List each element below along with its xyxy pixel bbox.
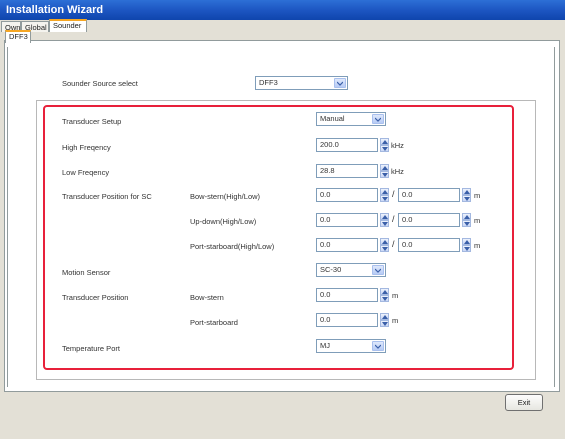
spin-down-icon[interactable] — [462, 195, 471, 202]
high-frequency-label: High Freqency — [62, 143, 111, 152]
spin-up-icon[interactable] — [380, 188, 389, 195]
exit-button-label: Exit — [517, 398, 531, 407]
sc-port-starboard-low-value: 0.0 — [402, 240, 413, 249]
sc-port-starboard-unit: m — [474, 241, 481, 250]
low-frequency-value: 28.8 — [320, 166, 335, 175]
spin-up-icon[interactable] — [462, 238, 471, 245]
sounder-source-label: Sounder Source select — [62, 79, 138, 88]
sc-bow-stern-low-spinner[interactable] — [462, 188, 471, 202]
tp-port-starboard-value: 0.0 — [320, 315, 331, 324]
exit-button[interactable]: Exit — [505, 394, 543, 411]
window-title: Installation Wizard — [6, 4, 104, 16]
sc-up-down-low-spinner[interactable] — [462, 213, 471, 227]
sc-up-down-high-input[interactable]: 0.0 — [316, 213, 378, 227]
sc-port-starboard-high-input[interactable]: 0.0 — [316, 238, 378, 252]
chevron-down-icon[interactable] — [334, 78, 346, 88]
tp-port-starboard-unit: m — [392, 316, 399, 325]
motion-sensor-select[interactable]: SC-30 — [316, 263, 386, 277]
high-frequency-unit: kHz — [391, 141, 404, 150]
sc-port-starboard-low-input[interactable]: 0.0 — [398, 238, 460, 252]
spin-down-icon[interactable] — [380, 171, 389, 178]
spin-down-icon[interactable] — [380, 295, 389, 302]
sc-bow-stern-high-value: 0.0 — [320, 190, 331, 199]
chevron-down-icon[interactable] — [372, 265, 384, 275]
tab-sounder-label: Sounder — [53, 21, 82, 30]
sc-bow-stern-high-input[interactable]: 0.0 — [316, 188, 378, 202]
tp-bow-stern-value: 0.0 — [320, 290, 331, 299]
spin-up-icon[interactable] — [380, 288, 389, 295]
sounder-source-value: DFF3 — [259, 78, 278, 87]
spin-up-icon[interactable] — [380, 138, 389, 145]
sc-port-starboard-label: Port-starboard(High/Low) — [190, 242, 275, 251]
temperature-port-value: MJ — [320, 341, 330, 350]
spin-down-icon[interactable] — [380, 245, 389, 252]
chevron-down-icon[interactable] — [372, 341, 384, 351]
transducer-position-label: Transducer Position — [62, 293, 129, 302]
spin-up-icon[interactable] — [380, 238, 389, 245]
spin-down-icon[interactable] — [462, 245, 471, 252]
motion-sensor-label: Motion Sensor — [62, 268, 111, 277]
sc-up-down-high-spinner[interactable] — [380, 213, 389, 227]
motion-sensor-value: SC-30 — [320, 265, 342, 274]
low-frequency-label: Low Freqency — [62, 168, 110, 177]
sc-bow-stern-label: Bow-stern(High/Low) — [190, 192, 261, 201]
low-frequency-unit: kHz — [391, 167, 404, 176]
sc-port-starboard-high-spinner[interactable] — [380, 238, 389, 252]
spin-down-icon[interactable] — [380, 195, 389, 202]
spin-down-icon[interactable] — [380, 220, 389, 227]
spin-up-icon[interactable] — [462, 188, 471, 195]
spin-up-icon[interactable] — [380, 164, 389, 171]
sc-up-down-low-value: 0.0 — [402, 215, 413, 224]
low-frequency-spinner[interactable] — [380, 164, 389, 178]
sc-up-down-label: Up-down(High/Low) — [190, 217, 257, 226]
high-frequency-value: 200.0 — [320, 140, 339, 149]
tp-port-starboard-input[interactable]: 0.0 — [316, 313, 378, 327]
transducer-setup-value: Manual — [320, 114, 345, 123]
sc-up-down-separator: / — [392, 214, 395, 224]
title-bar: Installation Wizard — [0, 0, 565, 20]
spin-down-icon[interactable] — [380, 320, 389, 327]
tp-bow-stern-label: Bow-stern — [190, 293, 224, 302]
temperature-port-label: Temperature Port — [62, 344, 120, 353]
transducer-setup-select[interactable]: Manual — [316, 112, 386, 126]
sc-bow-stern-unit: m — [474, 191, 481, 200]
spin-down-icon[interactable] — [462, 220, 471, 227]
sc-port-starboard-low-spinner[interactable] — [462, 238, 471, 252]
subtab-dff3[interactable]: DFF3 — [5, 30, 31, 43]
low-frequency-input[interactable]: 28.8 — [316, 164, 378, 178]
sounder-source-select[interactable]: DFF3 — [255, 76, 348, 90]
transducer-setup-label: Transducer Setup — [62, 117, 122, 126]
sc-bow-stern-low-value: 0.0 — [402, 190, 413, 199]
sc-bow-stern-high-spinner[interactable] — [380, 188, 389, 202]
chevron-down-icon[interactable] — [372, 114, 384, 124]
tp-bow-stern-spinner[interactable] — [380, 288, 389, 302]
sc-port-starboard-separator: / — [392, 239, 395, 249]
spin-up-icon[interactable] — [380, 213, 389, 220]
subtab-dff3-label: DFF3 — [9, 32, 28, 41]
sc-port-starboard-high-value: 0.0 — [320, 240, 331, 249]
tp-bow-stern-unit: m — [392, 291, 399, 300]
sc-bow-stern-low-input[interactable]: 0.0 — [398, 188, 460, 202]
sc-bow-stern-separator: / — [392, 189, 395, 199]
temperature-port-select[interactable]: MJ — [316, 339, 386, 353]
tp-bow-stern-input[interactable]: 0.0 — [316, 288, 378, 302]
spin-up-icon[interactable] — [462, 213, 471, 220]
high-frequency-input[interactable]: 200.0 — [316, 138, 378, 152]
high-frequency-spinner[interactable] — [380, 138, 389, 152]
tp-port-starboard-spinner[interactable] — [380, 313, 389, 327]
sc-up-down-unit: m — [474, 216, 481, 225]
spin-up-icon[interactable] — [380, 313, 389, 320]
tab-sounder[interactable]: Sounder — [49, 19, 87, 32]
sc-up-down-low-input[interactable]: 0.0 — [398, 213, 460, 227]
tp-port-starboard-label: Port-starboard — [190, 318, 238, 327]
transducer-position-sc-label: Transducer Position for SC — [62, 192, 152, 201]
sc-up-down-high-value: 0.0 — [320, 215, 331, 224]
spin-down-icon[interactable] — [380, 145, 389, 152]
